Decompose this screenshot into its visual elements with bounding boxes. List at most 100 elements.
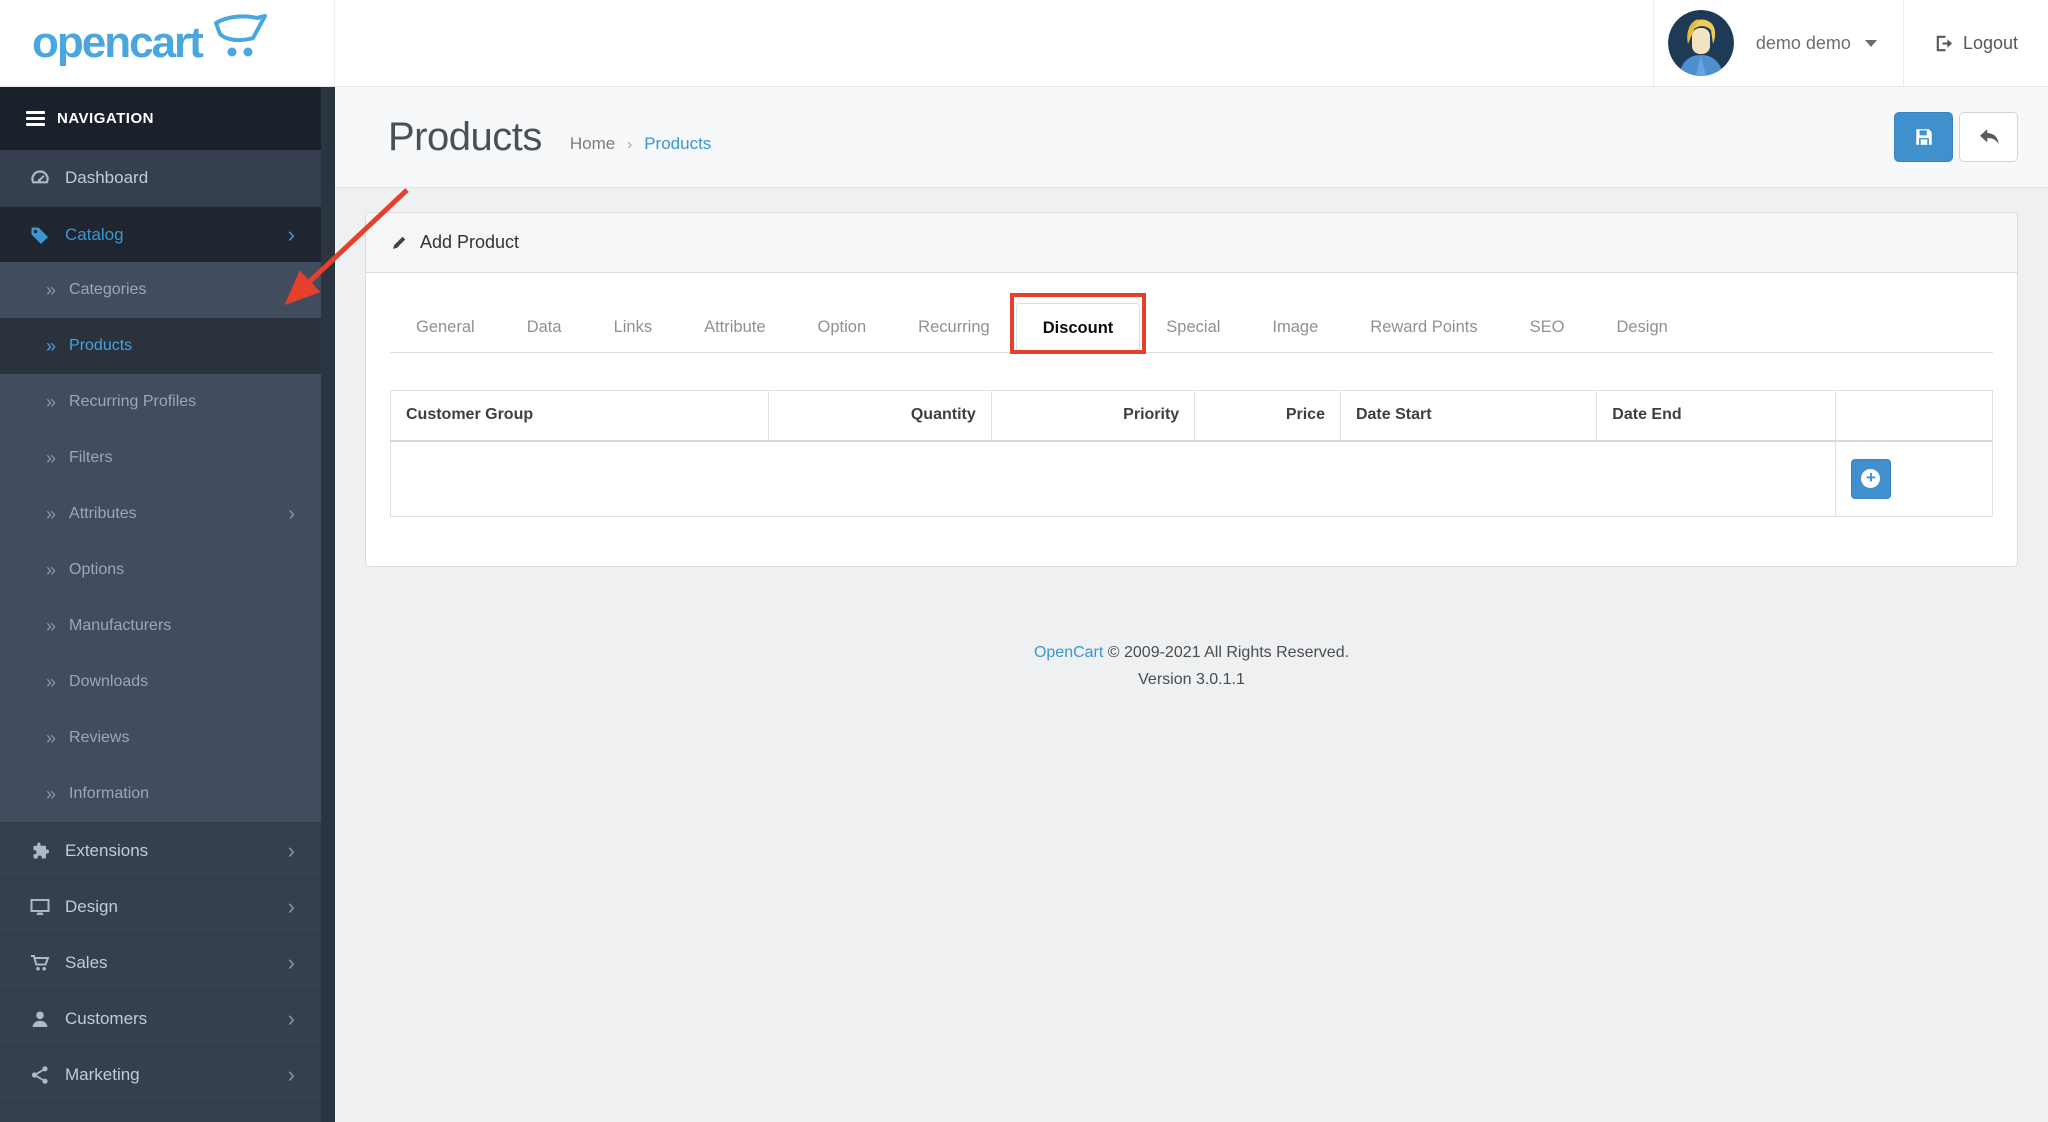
sidebar-item-label: Dashboard <box>65 168 149 187</box>
double-angle-icon: » <box>46 615 57 636</box>
top-header: opencart demo demo Logout <box>0 0 2048 87</box>
subitem-label: Downloads <box>69 673 149 690</box>
tab-seo[interactable]: SEO <box>1504 303 1591 352</box>
col-price: Price <box>1194 390 1341 442</box>
sidebar-item-customers[interactable]: Customers › <box>0 990 321 1046</box>
chevron-right-icon: › <box>287 1061 295 1087</box>
back-button[interactable] <box>1959 112 2018 162</box>
add-discount-button[interactable]: + <box>1850 458 1891 499</box>
tab-special[interactable]: Special <box>1140 303 1246 352</box>
tab-option[interactable]: Option <box>792 303 893 352</box>
panel-heading: Add Product <box>366 213 2017 273</box>
tab-design[interactable]: Design <box>1590 303 1693 352</box>
sidebar-subitem-manufacturers[interactable]: » Manufacturers <box>0 598 321 654</box>
col-customer-group: Customer Group <box>389 390 770 442</box>
sidebar-item-label: Customers <box>65 1008 148 1028</box>
double-angle-icon: » <box>46 727 57 748</box>
user-icon <box>32 1011 48 1027</box>
double-angle-icon: » <box>46 671 57 692</box>
footer-version: Version 3.0.1.1 <box>1138 671 1245 688</box>
tab-attribute[interactable]: Attribute <box>678 303 791 352</box>
subitem-label: Recurring Profiles <box>69 393 197 410</box>
footer-copyright: OpenCart © 2009-2021 All Rights Reserved… <box>365 639 2018 666</box>
puzzle-icon <box>33 842 49 858</box>
subitem-label: Manufacturers <box>69 617 172 634</box>
tab-reward-points[interactable]: Reward Points <box>1344 303 1503 352</box>
user-name: demo demo <box>1755 32 1851 53</box>
sidebar-subitem-options[interactable]: » Options <box>0 542 321 598</box>
sidebar-item-system[interactable]: System › <box>0 1102 321 1122</box>
subitem-label: Attributes <box>69 505 137 522</box>
chevron-right-icon: › <box>287 949 295 975</box>
breadcrumb-products[interactable]: Products <box>644 134 711 154</box>
sidebar-item-label: Sales <box>65 952 108 972</box>
sidebar-subitem-products[interactable]: » Products <box>0 318 321 374</box>
col-date-end: Date End <box>1596 390 1836 442</box>
panel-body: General Data Links Attribute Option Recu… <box>366 273 2017 566</box>
sidebar-item-catalog[interactable]: Catalog › <box>0 206 321 262</box>
footer: OpenCart © 2009-2021 All Rights Reserved… <box>365 639 2018 693</box>
sidebar-item-dashboard[interactable]: Dashboard <box>0 150 321 206</box>
dashboard-icon <box>31 170 49 184</box>
sidebar-item-marketing[interactable]: Marketing › <box>0 1046 321 1102</box>
breadcrumb: Home › Products <box>570 134 711 154</box>
opencart-logo[interactable]: opencart <box>0 0 335 86</box>
page-title: Products <box>388 114 542 159</box>
sidebar-subitem-attributes[interactable]: » Attributes › <box>0 486 321 542</box>
page-header: Products Home › Products <box>335 87 2048 188</box>
sidebar-subitem-categories[interactable]: » Categories <box>0 262 321 318</box>
footer-opencart-link[interactable]: OpenCart <box>1034 644 1103 661</box>
sidebar-item-label: Extensions <box>65 840 149 860</box>
sidebar-item-label: Marketing <box>65 1064 140 1084</box>
tab-links[interactable]: Links <box>588 303 679 352</box>
chevron-right-icon: › <box>288 503 295 525</box>
sidebar-subitem-filters[interactable]: » Filters <box>0 430 321 486</box>
catalog-submenu: » Categories » Products » Recurring Prof… <box>0 262 321 822</box>
breadcrumb-home[interactable]: Home <box>570 134 615 154</box>
main-content: Products Home › Products Add Product Gen… <box>335 87 2048 1122</box>
tab-discount[interactable]: Discount <box>1009 293 1147 354</box>
empty-discount-cell <box>390 440 1836 517</box>
subitem-label: Information <box>69 785 150 802</box>
user-menu[interactable]: demo demo <box>1652 0 1903 86</box>
logout-button[interactable]: Logout <box>1902 0 2048 86</box>
sidebar-subitem-recurring-profiles[interactable]: » Recurring Profiles <box>0 374 321 430</box>
col-quantity: Quantity <box>768 390 992 442</box>
col-date-start: Date Start <box>1339 390 1598 442</box>
hamburger-icon <box>26 108 45 129</box>
logo-text: opencart <box>32 18 204 67</box>
navigation-label: NAVIGATION <box>57 110 154 127</box>
tab-discount-label: Discount <box>1042 319 1114 337</box>
sidebar-item-sales[interactable]: Sales › <box>0 934 321 990</box>
sidebar-item-extensions[interactable]: Extensions › <box>0 822 321 878</box>
navigation-header: NAVIGATION <box>0 87 321 150</box>
add-row-cell: + <box>1834 440 1994 517</box>
sidebar-subitem-reviews[interactable]: » Reviews <box>0 710 321 766</box>
table-footer-row: + <box>390 440 1994 517</box>
subitem-label: Categories <box>69 281 147 298</box>
tab-image[interactable]: Image <box>1246 303 1344 352</box>
sidebar-scrollbar[interactable] <box>321 87 335 1122</box>
save-button[interactable] <box>1894 112 1953 162</box>
tab-data[interactable]: Data <box>501 303 588 352</box>
breadcrumb-separator: › <box>627 135 633 153</box>
sidebar-subitem-information[interactable]: » Information <box>0 766 321 822</box>
subitem-label: Products <box>69 337 133 354</box>
chevron-right-icon: › <box>287 893 295 919</box>
reply-arrow-icon <box>1979 129 1999 144</box>
tab-general[interactable]: General <box>390 303 501 352</box>
double-angle-icon: » <box>46 391 57 412</box>
logo-cart-icon <box>213 14 267 57</box>
pencil-icon <box>393 236 406 249</box>
avatar <box>1667 10 1734 76</box>
sidebar-item-design[interactable]: Design › <box>0 878 321 934</box>
double-angle-icon: » <box>46 503 57 524</box>
chevron-right-icon: › <box>287 221 295 247</box>
double-angle-icon: » <box>46 559 57 580</box>
tab-recurring[interactable]: Recurring <box>892 303 1016 352</box>
double-angle-icon: » <box>46 335 57 356</box>
tags-icon <box>31 227 48 244</box>
double-angle-icon: » <box>46 447 57 468</box>
sidebar-subitem-downloads[interactable]: » Downloads <box>0 654 321 710</box>
subitem-label: Options <box>69 561 125 578</box>
